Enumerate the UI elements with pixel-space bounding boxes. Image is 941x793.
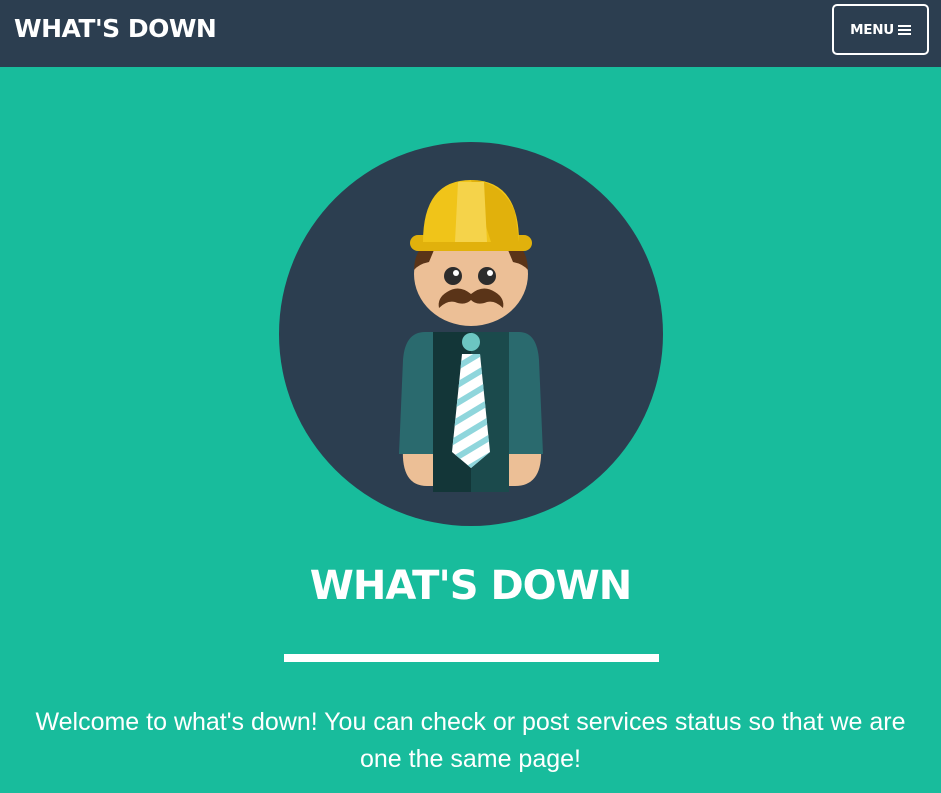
hero-title: WHAT'S DOWN [309,563,633,609]
bars-icon [897,24,911,35]
brand-link[interactable]: WHAT'S DOWN [14,12,217,46]
construction-worker-avatar [279,142,663,526]
top-navbar: WHAT'S DOWN MENU [0,0,941,67]
title-divider [284,654,659,662]
avatar-image [279,142,663,526]
welcome-text: Welcome to what's down! You can check or… [35,708,906,773]
menu-button[interactable]: MENU [832,4,929,55]
menu-label: MENU [850,21,894,38]
